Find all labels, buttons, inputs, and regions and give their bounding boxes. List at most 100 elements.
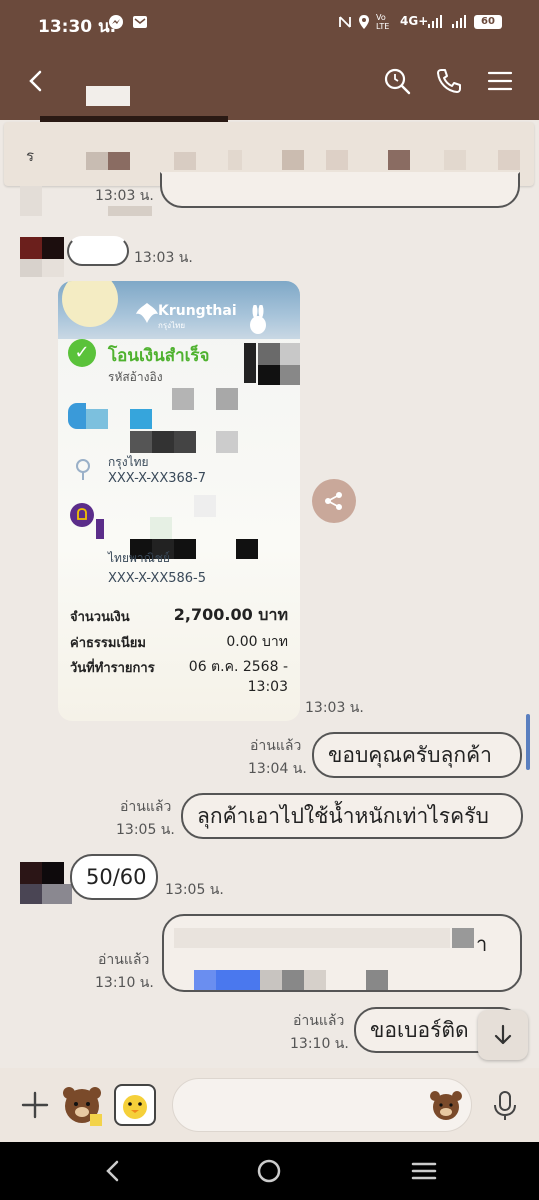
from-account: XXX-X-XX368-7 bbox=[108, 471, 207, 486]
chevron-left-icon bbox=[29, 70, 42, 92]
bank-logo-text: Krungthai bbox=[158, 303, 237, 319]
arrow-down-icon bbox=[494, 1024, 512, 1045]
avatar[interactable] bbox=[20, 862, 72, 906]
bank-icon bbox=[68, 403, 86, 429]
message-bubble[interactable]: ขอบคุณครับลุกค้า bbox=[312, 732, 522, 778]
read-receipt: อ่านแล้ว bbox=[98, 952, 150, 968]
messenger-icon bbox=[108, 14, 124, 34]
share-button[interactable] bbox=[312, 479, 356, 523]
message-bubble[interactable]: 50/60 bbox=[70, 854, 158, 900]
status-time: 13:30 น. bbox=[38, 17, 117, 37]
nav-back-button[interactable] bbox=[100, 1158, 126, 1184]
nav-recents-button[interactable] bbox=[410, 1158, 438, 1184]
phone-icon bbox=[437, 69, 461, 93]
plus-icon bbox=[21, 1091, 49, 1119]
share-icon bbox=[325, 492, 342, 510]
moon-graphic bbox=[62, 281, 118, 327]
add-button[interactable] bbox=[20, 1090, 50, 1124]
search-button[interactable] bbox=[382, 66, 412, 96]
pixelated-text bbox=[86, 152, 108, 170]
chat-header bbox=[0, 48, 539, 122]
pixelated-text bbox=[260, 970, 282, 990]
recents-icon bbox=[411, 1162, 437, 1180]
message-bubble-partial[interactable] bbox=[160, 172, 520, 208]
date-value: 06 ต.ค. 2568 - bbox=[188, 659, 288, 675]
pixelated-text bbox=[216, 431, 238, 453]
pin-icon bbox=[76, 459, 90, 480]
pixelated-text bbox=[150, 517, 172, 539]
scrollbar-thumb[interactable] bbox=[526, 714, 530, 770]
pixelated-text bbox=[172, 388, 194, 410]
from-bank-name: กรุงไทย bbox=[108, 455, 149, 469]
signal-icon bbox=[428, 14, 442, 32]
pixelated-text bbox=[174, 928, 450, 948]
emoji-button[interactable] bbox=[114, 1084, 156, 1126]
date-label: วันที่ทำรายการ bbox=[70, 661, 155, 676]
call-button[interactable] bbox=[434, 66, 464, 96]
pixelated-text bbox=[326, 150, 348, 170]
announcement-icon: ร bbox=[26, 147, 35, 165]
pixelated-text bbox=[228, 150, 242, 170]
battery-level: 60 bbox=[474, 15, 502, 29]
message-bubble-partial[interactable] bbox=[67, 236, 129, 266]
read-receipt: อ่านแล้ว bbox=[293, 1013, 345, 1029]
menu-button[interactable] bbox=[486, 66, 516, 96]
volte-icon: Vo LTE bbox=[376, 13, 390, 31]
pixelated-text bbox=[366, 970, 388, 990]
pixelated-text bbox=[86, 409, 108, 429]
pixelated-text bbox=[194, 495, 216, 517]
pixelated-avatar bbox=[20, 186, 42, 216]
transfer-status: โอนเงินสำเร็จ bbox=[108, 346, 210, 366]
pixelated-text bbox=[96, 519, 104, 539]
pixelated-text bbox=[194, 970, 216, 990]
pixelated-text bbox=[108, 206, 152, 216]
pixelated-text bbox=[216, 388, 238, 410]
message-text-tail: า bbox=[476, 932, 488, 956]
message-timestamp: 13:10 น. bbox=[95, 975, 154, 991]
pixelated-text bbox=[236, 539, 258, 559]
location-icon bbox=[358, 14, 370, 34]
system-nav-bar bbox=[0, 1142, 539, 1200]
pixelated-text bbox=[216, 970, 260, 990]
time-value: 13:03 bbox=[247, 679, 288, 695]
chat-title-redacted bbox=[86, 86, 130, 106]
bear-face-icon bbox=[430, 1091, 462, 1120]
message-timestamp: 13:05 น. bbox=[165, 882, 224, 898]
success-check-icon: ✓ bbox=[68, 339, 96, 367]
signal-icon-2 bbox=[452, 14, 466, 32]
emoticon-button[interactable] bbox=[428, 1090, 464, 1122]
gmail-icon bbox=[132, 14, 148, 34]
pixelated-text bbox=[282, 150, 304, 170]
back-button[interactable] bbox=[22, 66, 52, 96]
pixelated-text bbox=[174, 431, 196, 453]
read-receipt: อ่านแล้ว bbox=[250, 738, 302, 754]
pixelated-text bbox=[444, 150, 466, 170]
bank-logo-subtext: กรุงไทย bbox=[158, 321, 186, 330]
pixelated-text bbox=[174, 539, 196, 559]
message-input-bar bbox=[0, 1068, 539, 1142]
pixelated-text bbox=[498, 150, 520, 170]
krungthai-logo-icon bbox=[136, 303, 158, 323]
scroll-to-bottom-button[interactable] bbox=[478, 1010, 528, 1060]
nav-home-button[interactable] bbox=[256, 1158, 282, 1184]
reference-label: รหัสอ้างอิง bbox=[108, 370, 163, 384]
pixelated-text bbox=[130, 431, 152, 453]
receipt-banner: Krungthai กรุงไทย bbox=[58, 281, 300, 339]
message-input[interactable] bbox=[172, 1078, 472, 1132]
sally-chick-icon bbox=[123, 1095, 147, 1119]
amount-label: จำนวนเงิน bbox=[70, 610, 130, 625]
pixelated-text bbox=[152, 431, 174, 453]
network-type: 4G+ bbox=[400, 14, 429, 28]
transfer-receipt-image[interactable]: Krungthai กรุงไทย ✓ โอนเงินสำเร็จ รหัสอ้… bbox=[58, 281, 300, 721]
message-timestamp: 13:05 น. bbox=[116, 822, 175, 838]
pixelated-text bbox=[174, 152, 196, 170]
sticker-button[interactable] bbox=[60, 1084, 102, 1126]
pixelated-text bbox=[108, 152, 130, 170]
message-timestamp: 13:03 น. bbox=[305, 700, 364, 716]
avatar[interactable] bbox=[20, 237, 70, 281]
message-bubble[interactable]: ลุกค้าเอาไปใช้น้ำหนักเท่าไรครับ bbox=[181, 793, 523, 839]
pixelated-text bbox=[130, 409, 152, 429]
message-bubble-redacted[interactable]: า bbox=[162, 914, 522, 992]
pixelated-text bbox=[388, 150, 410, 170]
voice-button[interactable] bbox=[490, 1090, 520, 1122]
